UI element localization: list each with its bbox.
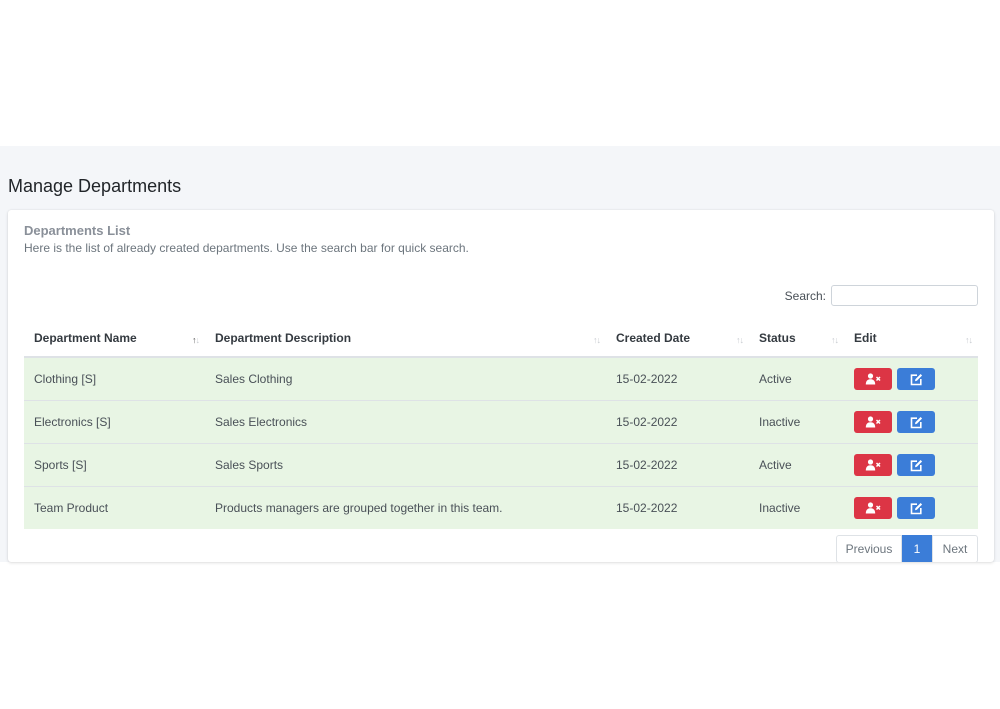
sort-asc-icon: ↑↓ [192,335,200,345]
status-cell: Inactive [749,400,844,444]
edit-icon [910,373,922,385]
created-date-cell: 15-02-2022 [606,356,749,401]
department-name-cell: Electronics [S] [24,400,205,444]
card-title: Departments List [24,223,131,238]
deactivate-button[interactable] [854,454,892,476]
next-page-button[interactable]: Next [932,535,978,562]
deactivate-button[interactable] [854,497,892,519]
status-cell: Active [749,356,844,401]
edit-button[interactable] [897,368,936,390]
header-department-description[interactable]: Department Description ↑↓ [205,320,606,358]
department-description-cell: Sales Sports [205,443,606,487]
status-cell: Inactive [749,486,844,529]
sort-icon: ↑↓ [831,335,839,345]
department-description-cell: Sales Clothing [205,356,606,401]
edit-icon [910,502,922,514]
deactivate-button[interactable] [854,411,892,433]
edit-cell [844,486,978,529]
edit-cell [844,400,978,444]
user-remove-icon [865,459,881,471]
table-row: Team Product Products managers are group… [24,486,978,529]
card-subtitle: Here is the list of already created depa… [24,241,469,255]
department-name-cell: Team Product [24,486,205,529]
edit-button[interactable] [897,411,936,433]
pagination: Previous 1 Next [836,535,978,562]
search-bar: Search: [785,285,978,306]
header-department-name[interactable]: Department Name ↑↓ [24,320,205,358]
header-edit[interactable]: Edit ↑↓ [844,320,978,358]
sort-icon: ↑↓ [965,335,973,345]
department-description-cell: Sales Electronics [205,400,606,444]
created-date-cell: 15-02-2022 [606,443,749,487]
search-label: Search: [784,288,826,303]
search-input[interactable] [831,285,978,306]
department-description-cell: Products managers are grouped together i… [205,486,606,529]
edit-button[interactable] [897,497,936,519]
deactivate-button[interactable] [854,368,892,390]
department-name-cell: Clothing [S] [24,356,205,401]
departments-card: Departments List Here is the list of alr… [8,210,994,562]
table-row: Electronics [S] Sales Electronics 15-02-… [24,400,978,444]
table-row: Sports [S] Sales Sports 15-02-2022 Activ… [24,443,978,487]
department-name-cell: Sports [S] [24,443,205,487]
edit-button[interactable] [897,454,936,476]
header-created-date[interactable]: Created Date ↑↓ [606,320,749,358]
table-header-row: Department Name ↑↓ Department Descriptio… [24,320,978,358]
edit-cell [844,443,978,487]
departments-table: Department Name ↑↓ Department Descriptio… [24,320,978,529]
sort-icon: ↑↓ [593,335,601,345]
user-remove-icon [865,502,881,514]
status-cell: Active [749,443,844,487]
edit-icon [910,416,922,428]
table-row: Clothing [S] Sales Clothing 15-02-2022 A… [24,356,978,401]
created-date-cell: 15-02-2022 [606,486,749,529]
edit-icon [910,459,922,471]
previous-page-button[interactable]: Previous [836,535,902,562]
sort-icon: ↑↓ [736,335,744,345]
page-title: Manage Departments [8,176,182,196]
page-number-button[interactable]: 1 [902,535,932,562]
created-date-cell: 15-02-2022 [606,400,749,444]
user-remove-icon [865,416,881,428]
user-remove-icon [865,373,881,385]
header-status[interactable]: Status ↑↓ [749,320,844,358]
edit-cell [844,356,978,401]
